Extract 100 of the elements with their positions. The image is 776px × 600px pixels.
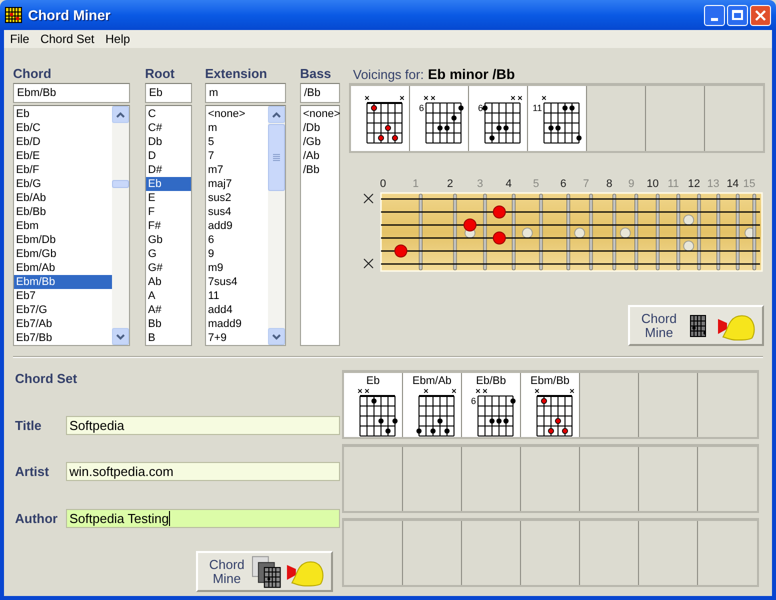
- app-icon: [5, 7, 22, 23]
- scroll-up-button[interactable]: [268, 106, 285, 123]
- list-item[interactable]: Eb: [146, 177, 191, 191]
- input-field[interactable]: Softpedia Testing: [66, 508, 340, 528]
- chord-diagram: 11: [531, 94, 583, 144]
- fret-number: 2: [446, 178, 454, 190]
- chord-card[interactable]: 11: [528, 86, 587, 151]
- list-item[interactable]: G#: [146, 261, 191, 275]
- list-item[interactable]: D#: [146, 163, 191, 177]
- list-item[interactable]: /Bb: [301, 163, 339, 177]
- fret-number: 7: [582, 178, 590, 190]
- input-field[interactable]: Ebm/Bb: [13, 83, 130, 103]
- list-item[interactable]: madd9: [206, 317, 268, 331]
- scroll-up-button[interactable]: [112, 106, 129, 123]
- list-item[interactable]: /Gb: [301, 135, 339, 149]
- input-field[interactable]: Eb: [145, 83, 192, 103]
- chord-mine-button[interactable]: Chord Mine: [628, 305, 764, 346]
- input-field[interactable]: m: [205, 83, 286, 103]
- list-item[interactable]: F#: [146, 219, 191, 233]
- list-item[interactable]: maj7: [206, 177, 268, 191]
- list-item[interactable]: Eb: [14, 107, 112, 121]
- list-item[interactable]: C#: [146, 121, 191, 135]
- list-item[interactable]: Eb/Bb: [14, 205, 112, 219]
- list-item[interactable]: 5: [206, 135, 268, 149]
- chord-name: Ebm/Bb: [530, 375, 570, 387]
- chord-diagram: 6: [472, 94, 524, 144]
- chord-card[interactable]: Ebm/Ab: [403, 373, 462, 437]
- list-item[interactable]: Ab: [146, 275, 191, 289]
- list-item[interactable]: Eb/D: [14, 135, 112, 149]
- scroll-down-button[interactable]: [112, 328, 129, 345]
- input-field[interactable]: win.softpedia.com: [66, 462, 340, 482]
- chord-card[interactable]: Ebm/Bb: [521, 373, 580, 437]
- list-item[interactable]: C: [146, 107, 191, 121]
- list-item[interactable]: /Db: [301, 121, 339, 135]
- menu-item[interactable]: Chord Set: [35, 30, 100, 48]
- voicings-label: Voicings for:: [353, 66, 424, 84]
- list-item[interactable]: A#: [146, 303, 191, 317]
- scroll-down-button[interactable]: [268, 328, 285, 345]
- list-item[interactable]: Eb/C: [14, 121, 112, 135]
- chord-card[interactable]: 6: [469, 86, 528, 151]
- list-item[interactable]: G: [146, 247, 191, 261]
- list-item[interactable]: D: [146, 149, 191, 163]
- list-item[interactable]: A: [146, 289, 191, 303]
- list-item[interactable]: add4: [206, 303, 268, 317]
- chord-card[interactable]: Eb/Bb 6: [462, 373, 521, 437]
- list-item[interactable]: <none>: [206, 107, 268, 121]
- fret-number: 1: [412, 178, 419, 190]
- list-item[interactable]: E: [146, 191, 191, 205]
- list-item[interactable]: /Ab: [301, 149, 339, 163]
- list-item[interactable]: Ebm: [14, 219, 112, 233]
- fret-number: 4: [506, 178, 512, 190]
- chord-name: Eb/Bb: [476, 375, 506, 387]
- list-item[interactable]: Ebm/Ab: [14, 261, 112, 275]
- maximize-button[interactable]: [727, 4, 748, 26]
- list-item[interactable]: m: [206, 121, 268, 135]
- finger-dot: [492, 232, 506, 244]
- list-item[interactable]: 7sus4: [206, 275, 268, 289]
- chord-card[interactable]: [351, 86, 410, 151]
- list-item[interactable]: B: [146, 331, 191, 345]
- list-item[interactable]: 7: [206, 149, 268, 163]
- list-item[interactable]: Eb7/G: [14, 303, 112, 317]
- list-item[interactable]: 9: [206, 247, 268, 261]
- chord-mine-button[interactable]: Chord Mine: [196, 551, 333, 592]
- list-item[interactable]: Ebm/Db: [14, 233, 112, 247]
- list-item[interactable]: m9: [206, 261, 268, 275]
- minimize-button[interactable]: [704, 4, 725, 26]
- fret-number: 0: [380, 178, 386, 190]
- chord-card[interactable]: Eb: [344, 373, 403, 437]
- list-item[interactable]: add9: [206, 219, 268, 233]
- list-item[interactable]: Gb: [146, 233, 191, 247]
- menu-item[interactable]: Help: [100, 30, 136, 48]
- input-field[interactable]: Softpedia: [66, 416, 340, 435]
- close-button[interactable]: [750, 4, 771, 26]
- list-item[interactable]: 11: [206, 289, 268, 303]
- list-item[interactable]: Ebm/Bb: [14, 275, 112, 289]
- list-item[interactable]: F: [146, 205, 191, 219]
- field-label: Artist: [15, 463, 50, 481]
- scrollbar-thumb[interactable]: [112, 180, 129, 188]
- list-item[interactable]: Eb7/Bb: [14, 331, 112, 345]
- list-item[interactable]: Eb/F: [14, 163, 112, 177]
- list-item[interactable]: Ebm/Gb: [14, 247, 112, 261]
- list-item[interactable]: 7+9: [206, 331, 268, 345]
- list-item[interactable]: 6: [206, 233, 268, 247]
- list-item[interactable]: Eb/Ab: [14, 191, 112, 205]
- list-item[interactable]: sus2: [206, 191, 268, 205]
- list-item[interactable]: Eb7: [14, 289, 112, 303]
- fret-number: 10: [646, 178, 659, 190]
- fret-number: 14: [726, 178, 739, 190]
- list-item[interactable]: Eb/G: [14, 177, 112, 191]
- menu-item[interactable]: File: [5, 30, 34, 48]
- list-item[interactable]: sus4: [206, 205, 268, 219]
- list-item[interactable]: <none>: [301, 107, 339, 121]
- list-item[interactable]: Eb7/Ab: [14, 317, 112, 331]
- list-item[interactable]: Eb/E: [14, 149, 112, 163]
- list-item[interactable]: Bb: [146, 317, 191, 331]
- scrollbar-thumb[interactable]: [268, 124, 285, 191]
- list-item[interactable]: Db: [146, 135, 191, 149]
- input-field[interactable]: /Bb: [300, 83, 340, 103]
- list-item[interactable]: m7: [206, 163, 268, 177]
- chord-card[interactable]: 6: [410, 86, 469, 151]
